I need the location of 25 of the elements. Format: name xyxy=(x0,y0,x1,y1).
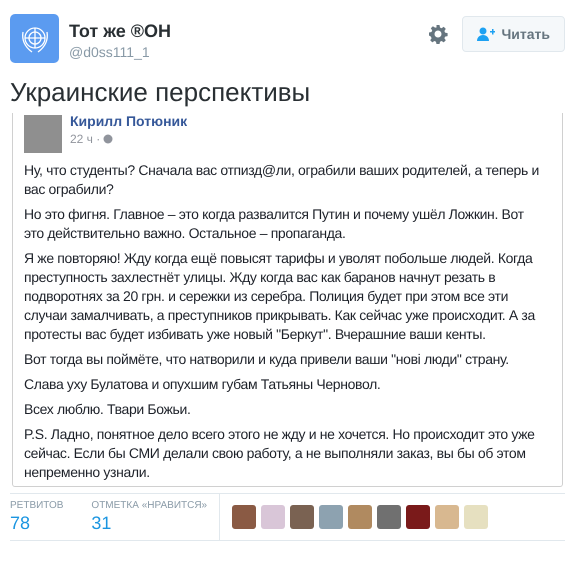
liker-avatar[interactable] xyxy=(232,505,256,529)
tweet-text: Украинские перспективы xyxy=(9,77,312,107)
post-paragraph: Но это фигня. Главное – это когда развалится Путин и почему ушёл Ложкин. Вот это действительно важно. Остальное – пропаганда. xyxy=(24,205,525,243)
follow-button[interactable]: Читать xyxy=(462,16,565,52)
author-name: Кирилл Потюник xyxy=(70,113,188,130)
liker-avatar[interactable] xyxy=(377,505,402,529)
profile-avatar[interactable] xyxy=(10,14,59,63)
stat-label: РЕТВИТОВ xyxy=(10,500,64,512)
account-handle[interactable]: @d0ss111_1 xyxy=(69,42,172,62)
post-paragraph: P.S. Ладно, понятное дело всего этого не жду и не хочется. Но происходит это уже сейчас. Если бы СМИ делали свою работу, а не выполняли заказ, вы бы об этом непременно узнали. xyxy=(24,425,536,482)
settings-icon[interactable] xyxy=(428,24,448,44)
post-paragraph: Слава уху Булатова и опухшим губам Татьяны Черновол. xyxy=(24,375,382,394)
stat-count[interactable]: 31 xyxy=(91,512,208,534)
post-time: 22 ч · xyxy=(70,131,100,148)
stat-label: ОТМЕТКА «НРАВИТСЯ» xyxy=(91,500,208,512)
post-paragraph: Всех люблю. Твари Божьи. xyxy=(24,400,192,419)
stat-count[interactable]: 78 xyxy=(10,512,64,534)
liker-avatar[interactable] xyxy=(406,505,430,529)
post-paragraph: Я же повторяю! Жду когда ещё повысят тарифы и уволят побольше людей. Когда преступность захлестнёт улицы. Жду когда вас как баранов начнут резать в подворотнях за 20 грн. и сережки из серебра. Полиция будет при этом все эти случаи замалчивать, а преступников прикрывать. Как сейчас уже происходит. А за протесты вас будет избивать уже новый "Беркут". Вчерашние ваши кенты. xyxy=(24,249,536,344)
post-paragraph: Вот тогда вы поймёте, что натворили и куда привели ваши "нові люди" страну. xyxy=(24,350,510,369)
account-name[interactable]: Тот же ®ОН xyxy=(69,20,172,42)
post-paragraph: Ну, что студенты? Сначала вас отпизд@ли, ограбили ваших родителей, а теперь и вас ограбили? xyxy=(24,161,540,199)
add-user-icon xyxy=(477,27,496,41)
author-photo-placeholder xyxy=(24,115,62,153)
liker-avatar[interactable] xyxy=(290,505,314,529)
